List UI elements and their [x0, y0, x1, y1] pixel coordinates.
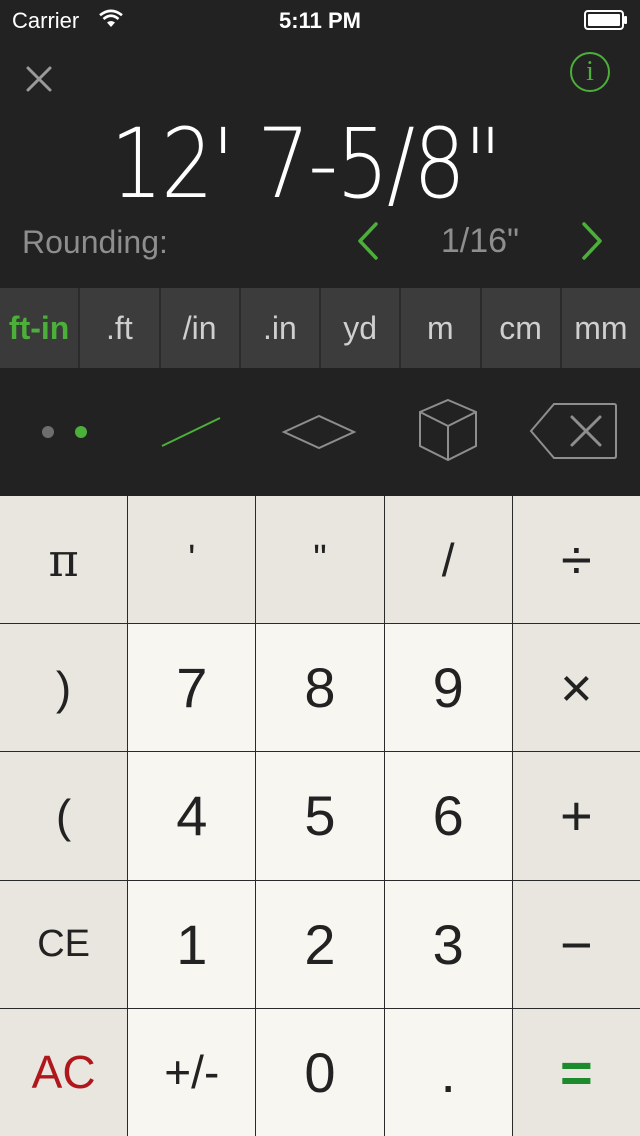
unit-tab-yd[interactable]: yd — [321, 288, 402, 368]
close-icon[interactable] — [24, 64, 54, 94]
key-minus[interactable]: − — [512, 880, 640, 1008]
status-bar: Carrier 5:11 PM — [0, 0, 640, 40]
key-2[interactable]: 2 — [256, 880, 384, 1008]
cube-icon[interactable] — [414, 396, 482, 464]
keypad: π ' " / ÷ ) 7 8 9 × ( 4 5 6 + CE 1 2 3 −… — [0, 496, 640, 1136]
unit-tab-decimal-in[interactable]: .in — [240, 288, 321, 368]
key-inches[interactable]: " — [256, 496, 384, 624]
key-fraction[interactable]: / — [384, 496, 512, 624]
rounding-next-chevron-icon[interactable] — [574, 220, 608, 262]
key-decimal[interactable]: . — [384, 1008, 512, 1136]
status-time: 5:11 PM — [279, 8, 361, 33]
key-all-clear[interactable]: AC — [0, 1008, 128, 1136]
key-plus[interactable]: + — [512, 752, 640, 880]
display-value: 12' 7-5/8" — [110, 108, 502, 220]
key-5[interactable]: 5 — [256, 752, 384, 880]
key-multiply[interactable]: × — [512, 624, 640, 752]
key-1[interactable]: 1 — [128, 880, 256, 1008]
key-sign[interactable]: +/- — [128, 1008, 256, 1136]
line-icon[interactable] — [158, 412, 224, 452]
key-feet[interactable]: ' — [128, 496, 256, 624]
battery-icon — [584, 10, 627, 30]
unit-tab-cm[interactable]: cm — [481, 288, 562, 368]
key-7[interactable]: 7 — [128, 624, 256, 752]
key-clear-entry[interactable]: CE — [0, 880, 128, 1008]
mode-row — [0, 368, 640, 496]
dots-icon[interactable] — [30, 412, 100, 452]
key-8[interactable]: 8 — [256, 624, 384, 752]
rounding-prev-chevron-icon[interactable] — [352, 220, 386, 262]
key-equals[interactable]: = — [512, 1008, 640, 1136]
unit-tab-fraction-in[interactable]: /in — [160, 288, 241, 368]
key-9[interactable]: 9 — [384, 624, 512, 752]
unit-tab-ft-in[interactable]: ft-in — [0, 288, 81, 368]
key-pi[interactable]: π — [0, 496, 128, 624]
key-3[interactable]: 3 — [384, 880, 512, 1008]
key-open-paren[interactable]: ( — [0, 752, 128, 880]
unit-tab-m[interactable]: m — [401, 288, 482, 368]
key-divide[interactable]: ÷ — [512, 496, 640, 624]
diamond-icon[interactable] — [280, 412, 358, 452]
info-icon[interactable]: i — [570, 52, 610, 92]
backspace-icon[interactable] — [528, 400, 620, 462]
key-close-paren[interactable]: ) — [0, 624, 128, 752]
key-4[interactable]: 4 — [128, 752, 256, 880]
key-6[interactable]: 6 — [384, 752, 512, 880]
rounding-value: 1/16" — [440, 222, 520, 260]
unit-tab-ft[interactable]: .ft — [80, 288, 161, 368]
key-0[interactable]: 0 — [256, 1008, 384, 1136]
rounding-label: Rounding: — [22, 224, 168, 260]
unit-tab-mm[interactable]: mm — [561, 288, 640, 368]
unit-tabs: ft-in .ft /in .in yd m cm mm — [0, 288, 640, 368]
